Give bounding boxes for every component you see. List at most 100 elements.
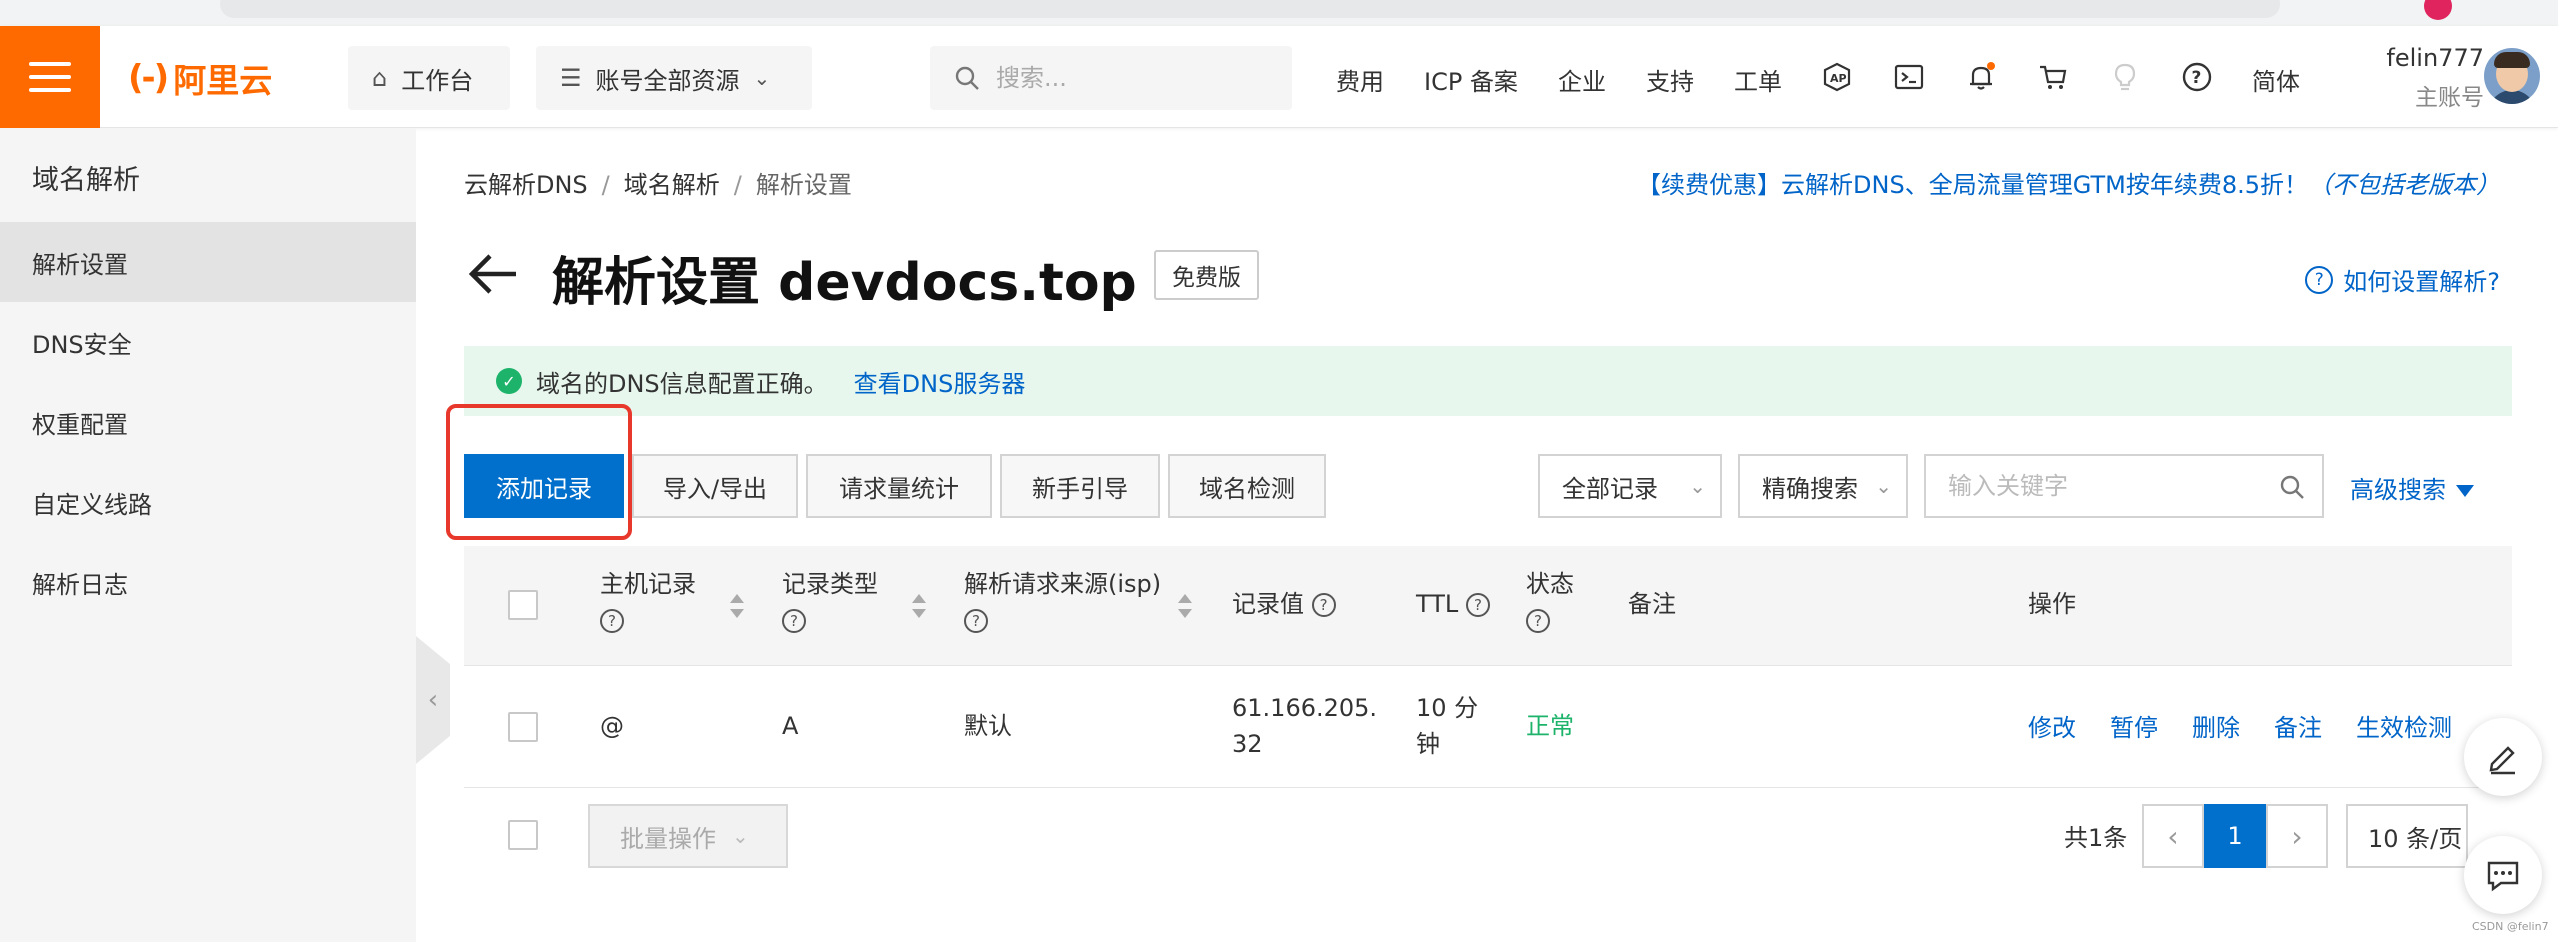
list-icon: ☰ [560, 64, 582, 92]
keyword-search-box[interactable] [1924, 454, 2324, 518]
sidebar-item-dns-security[interactable]: DNS安全 [0, 302, 416, 382]
question-circle-icon[interactable]: ? [1526, 609, 1550, 633]
page-title: 解析设置 devdocs.top [552, 253, 1137, 313]
search-mode-select[interactable]: 精确搜索 ⌄ [1738, 454, 1908, 518]
chat-floating-button[interactable] [2464, 836, 2542, 914]
question-circle-icon[interactable]: ? [1465, 593, 1490, 617]
sort-isp-icon[interactable] [1176, 592, 1194, 622]
question-circle-icon: ? [2305, 265, 2334, 294]
header-host: 主机记录? [600, 566, 696, 638]
question-circle-icon[interactable]: ? [782, 609, 806, 633]
header-type: 记录类型? [782, 566, 878, 638]
page-1-button[interactable]: 1 [2204, 804, 2266, 868]
user-name: felin777 [2386, 44, 2484, 72]
record-filter-value: 全部记录 [1562, 474, 1658, 503]
sidebar-item-label: 权重配置 [32, 410, 128, 439]
sort-type-icon[interactable] [910, 592, 928, 622]
promo-text: 【续费优惠】云解析DNS、全局流量管理GTM按年续费8.5折！ [1637, 171, 2308, 199]
chevron-down-icon: ⌄ [753, 66, 771, 90]
aliyun-logo[interactable]: (-) 阿里云 [128, 56, 272, 100]
cart-icon[interactable] [2036, 60, 2070, 94]
chevron-down-icon: ⌄ [1875, 474, 1892, 498]
nav-link-billing[interactable]: 费用 [1336, 62, 1384, 97]
svg-text:?: ? [2192, 68, 2202, 88]
watermark: CSDN @felin7 [2472, 920, 2549, 933]
global-search-input[interactable] [996, 64, 1256, 92]
edition-badge: 免费版 [1154, 250, 1259, 300]
domain-check-button[interactable]: 域名检测 [1168, 454, 1326, 518]
search-icon[interactable] [2278, 473, 2306, 501]
language-switch[interactable]: 简体 [2252, 62, 2300, 97]
back-arrow-icon[interactable] [466, 246, 522, 302]
select-all-checkbox[interactable] [508, 590, 538, 620]
sidebar-item-label: 自定义线路 [32, 490, 152, 519]
guide-button[interactable]: 新手引导 [1000, 454, 1160, 518]
sort-host-icon[interactable] [728, 592, 746, 622]
url-bar[interactable] [220, 0, 2280, 18]
header-value: 记录值 ? [1232, 586, 1336, 622]
keyword-input[interactable] [1948, 472, 2268, 500]
nav-link-enterprise[interactable]: 企业 [1558, 62, 1606, 97]
cell-isp: 默认 [964, 712, 1012, 740]
sidebar-item-resolve-log[interactable]: 解析日志 [0, 542, 416, 622]
global-search[interactable] [930, 46, 1292, 110]
nav-link-ticket[interactable]: 工单 [1734, 62, 1782, 97]
sidebar-item-custom-line[interactable]: 自定义线路 [0, 462, 416, 542]
breadcrumb-item-domain[interactable]: 域名解析 [624, 171, 720, 199]
header-status: 状态? [1526, 566, 1574, 638]
request-stats-button[interactable]: 请求量统计 [806, 454, 992, 518]
remark-record-link[interactable]: 备注 [2274, 708, 2322, 743]
delete-record-link[interactable]: 删除 [2192, 708, 2240, 743]
chevron-left-icon: ‹ [2167, 819, 2179, 853]
question-circle-icon[interactable]: ? [1311, 593, 1336, 617]
pause-record-link[interactable]: 暂停 [2110, 708, 2158, 743]
row-checkbox[interactable] [508, 712, 538, 742]
sidebar-item-resolve-settings[interactable]: 解析设置 [0, 222, 416, 302]
sidebar: 域名解析 解析设置 DNS安全 权重配置 自定义线路 解析日志 [0, 128, 416, 942]
workbench-button[interactable]: ⌂ 工作台 [348, 46, 510, 110]
resources-dropdown[interactable]: ☰ 账号全部资源 ⌄ [536, 46, 812, 110]
breadcrumb-item-dns[interactable]: 云解析DNS [464, 171, 588, 199]
promo-note: （不包括老版本） [2308, 171, 2500, 199]
batch-operations-dropdown[interactable]: 批量操作 ⌄ [588, 804, 788, 868]
user-info[interactable]: felin777 主账号 [2368, 44, 2484, 112]
total-count: 共1条 [2064, 824, 2128, 852]
advanced-search-toggle[interactable]: 高级搜索 [2350, 470, 2474, 505]
terminal-icon[interactable] [1892, 60, 1926, 94]
alert-text: 域名的DNS信息配置正确。 [536, 369, 828, 398]
prev-page-button[interactable]: ‹ [2142, 804, 2204, 868]
header-remark: 备注 [1628, 590, 1676, 618]
lightbulb-icon[interactable] [2108, 60, 2142, 94]
avatar[interactable] [2484, 48, 2540, 104]
workbench-label: 工作台 [401, 66, 474, 95]
api-icon[interactable]: AP [1820, 60, 1854, 94]
sidebar-collapse-toggle[interactable]: ‹ [416, 636, 450, 764]
page-size-select[interactable]: 10 条/页 [2346, 804, 2468, 868]
record-filter-select[interactable]: 全部记录 ⌄ [1538, 454, 1722, 518]
promo-banner-link[interactable]: 【续费优惠】云解析DNS、全局流量管理GTM按年续费8.5折！（不包括老版本） [1637, 165, 2500, 200]
question-circle-icon[interactable]: ? [600, 609, 624, 633]
edit-record-link[interactable]: 修改 [2028, 708, 2076, 743]
hamburger-icon [29, 62, 71, 92]
question-circle-icon[interactable]: ? [964, 609, 988, 633]
nav-link-support[interactable]: 支持 [1646, 62, 1694, 97]
verify-record-link[interactable]: 生效检测 [2356, 708, 2452, 743]
help-icon[interactable]: ? [2180, 60, 2214, 94]
page-size-value: 10 条/页 [2368, 824, 2463, 853]
profile-icon[interactable] [2424, 0, 2452, 20]
resources-label: 账号全部资源 [595, 66, 740, 95]
bell-icon[interactable] [1964, 60, 1998, 94]
menu-button[interactable] [0, 26, 100, 128]
nav-link-icp[interactable]: ICP 备案 [1424, 62, 1518, 97]
how-to-resolve-link[interactable]: ? 如何设置解析? [2305, 262, 2500, 297]
edit-floating-button[interactable] [2464, 718, 2542, 796]
aliyun-logo-mark-icon: (-) [128, 58, 169, 98]
next-page-button[interactable]: › [2266, 804, 2328, 868]
view-dns-servers-link[interactable]: 查看DNS服务器 [854, 364, 1026, 399]
sidebar-item-label: DNS安全 [32, 330, 132, 359]
chevron-down-icon: ⌄ [732, 824, 749, 848]
svg-text:AP: AP [1830, 72, 1847, 85]
sidebar-item-weight-config[interactable]: 权重配置 [0, 382, 416, 462]
import-export-button[interactable]: 导入/导出 [632, 454, 798, 518]
footer-select-all-checkbox[interactable] [508, 820, 538, 850]
